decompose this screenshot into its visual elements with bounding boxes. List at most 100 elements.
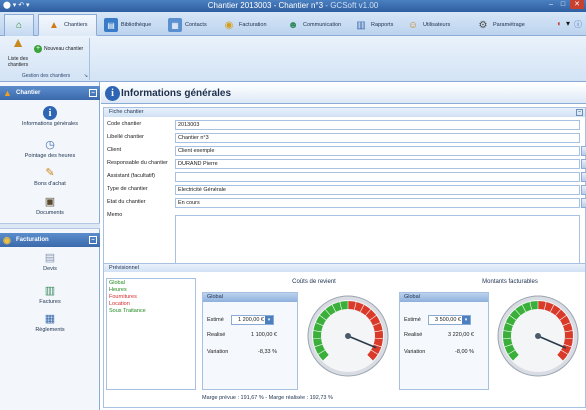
new-chantier-button[interactable]: + Nouveau chantier (34, 45, 83, 53)
nav-bons-achat[interactable]: ✎ Bons d'achat (0, 166, 100, 187)
field-label: Type de chantier (107, 186, 148, 192)
collapse-icon[interactable]: – (576, 109, 583, 116)
chevron-down-icon[interactable]: ▾ (566, 19, 570, 30)
libelle-chantier-input[interactable]: Chantier n°3 (175, 133, 580, 143)
tab-communication[interactable]: ☻ Communication (286, 16, 341, 34)
category-list[interactable]: Global Heures Fournitures Location Sous … (106, 278, 196, 390)
field-row: Etat du chantier En cours (104, 197, 586, 209)
previsionnel-section: Prévisionnel Global Heures Fournitures L… (103, 263, 586, 408)
tab-bibliotheque[interactable]: ▤ Bibliothèque (104, 16, 151, 34)
tab-label: Facturation (239, 22, 267, 28)
title-bar: ⬤ ▾ ↶ ▾ Chantier 2013003 - Chantier n°3 … (0, 0, 586, 12)
couts-global-box: Global Estimé 1 200,00 € ▾ Realisé 1 100… (202, 292, 298, 390)
field-row: Responsable du chantier DURAND Pierre (104, 158, 586, 170)
tab-label: Bibliothèque (121, 22, 152, 28)
list-item[interactable]: Global (109, 280, 193, 287)
list-item[interactable]: Sous Traitance (109, 308, 193, 315)
collapse-icon[interactable]: – (89, 89, 97, 97)
code-chantier-input[interactable]: 2013003 (175, 120, 580, 130)
couts-title: Coûts de revient (292, 279, 336, 285)
field-label: Responsable du chantier (107, 160, 168, 166)
list-chantiers-button[interactable]: ▲ Liste des chantiers (4, 34, 32, 68)
montants-estime-input[interactable]: 3 500,00 € ▾ (428, 315, 471, 325)
tab-label: Utilisateurs (423, 22, 451, 28)
tab-chantiers[interactable]: ▲ Chantiers (38, 14, 97, 36)
tab-contacts[interactable]: ▦ Contacts (168, 16, 207, 34)
tab-label: Contacts (185, 22, 207, 28)
nav-devis[interactable]: ▤ Devis (0, 251, 100, 272)
group-header: Global (203, 293, 297, 302)
field-label: Libellé chantier (107, 134, 144, 140)
tab-label: Communication (303, 22, 342, 28)
field-label: Assistant (facultatif) (107, 173, 155, 179)
gauge-hub (345, 333, 351, 339)
field-row: Client Client exemple (104, 145, 586, 157)
dropdown-arrow-icon[interactable] (581, 198, 586, 208)
dropdown-arrow-icon[interactable] (581, 146, 586, 156)
collapse-icon[interactable]: – (89, 236, 97, 244)
info-icon[interactable]: ⓘ (574, 19, 582, 30)
cone-icon: ▲ (49, 19, 59, 31)
tab-label: Chantiers (64, 22, 88, 28)
ribbon-help-area: ◐ ▾ ⓘ (557, 19, 582, 30)
app-name-text: - GCSoft v1.00 (325, 1, 379, 10)
nav-reglements[interactable]: ▦ Règlements (0, 312, 100, 333)
spin-button-icon[interactable]: ▾ (265, 316, 273, 324)
group-header: Global (400, 293, 488, 302)
clock-icon: ◷ (45, 139, 55, 151)
nav-factures[interactable]: ▥ Factures (0, 284, 100, 305)
main-panel: i Informations générales Fiche chantier … (101, 82, 586, 410)
nav-documents[interactable]: ▣ Documents (0, 195, 100, 216)
field-label: Etat du chantier (107, 199, 146, 205)
help-icon[interactable]: ◐ (557, 19, 562, 30)
dropdown-arrow-icon[interactable] (581, 172, 586, 182)
section-facturation-header[interactable]: ◉ Facturation – (0, 233, 100, 247)
info-icon: i (43, 106, 57, 120)
cone-icon: ▲ (11, 34, 25, 50)
minimize-icon[interactable]: – (546, 0, 556, 9)
dropdown-arrow-icon[interactable] (581, 159, 586, 169)
dialog-launcher-icon[interactable]: ↘ (84, 73, 88, 79)
invoice-icon: ▥ (44, 285, 56, 297)
panel-separator[interactable] (0, 223, 100, 229)
close-icon[interactable]: ✕ (570, 0, 584, 9)
nav-pointage-heures[interactable]: ◷ Pointage des heures (0, 138, 100, 159)
tab-rapports[interactable]: ▥ Rapports (354, 16, 393, 34)
list-item[interactable]: Fournitures (109, 294, 193, 301)
section-chantier-header[interactable]: ▲ Chantier – (0, 86, 100, 100)
documents-icon: ▣ (44, 196, 56, 208)
ribbon-panel: ▲ Liste des chantiers + Nouveau chantier… (0, 34, 586, 82)
payment-icon: ▦ (44, 313, 56, 325)
assistant-select[interactable] (175, 172, 580, 182)
etat-chantier-select[interactable]: En cours (175, 198, 580, 208)
field-row: Code chantier 2013003 (104, 119, 586, 131)
tab-parametrage[interactable]: ⚙ Paramétrage (476, 16, 525, 34)
list-item[interactable]: Location (109, 301, 193, 308)
montants-title: Montants facturables (482, 279, 538, 285)
coins-icon: ◉ (3, 235, 11, 245)
type-chantier-select[interactable]: Electricité Générale (175, 185, 580, 195)
user-icon: ☺ (407, 19, 419, 31)
tab-facturation[interactable]: ◉ Facturation (222, 16, 267, 34)
tab-utilisateurs[interactable]: ☺ Utilisateurs (406, 16, 450, 34)
responsable-select[interactable]: DURAND Pierre (175, 159, 580, 169)
people-icon: ☻ (287, 19, 299, 31)
dropdown-arrow-icon[interactable] (581, 185, 586, 195)
memo-textarea[interactable] (175, 215, 580, 267)
coins-icon: ◉ (224, 19, 234, 31)
tab-home[interactable]: ⌂ (4, 14, 34, 36)
tab-label: Rapports (371, 22, 394, 28)
nav-informations-generales[interactable]: i Informations générales (0, 106, 100, 127)
window-controls: – □ ✕ (546, 0, 584, 9)
estime-row: Estimé (207, 317, 224, 323)
home-icon: ⌂ (15, 20, 23, 31)
settings-icon: ⚙ (478, 19, 488, 31)
list-item[interactable]: Heures (109, 287, 193, 294)
add-icon: + (34, 45, 42, 53)
page-title: Informations générales (121, 88, 232, 99)
window-title: Chantier 2013003 - Chantier n°3 - GCSoft… (0, 1, 586, 10)
client-select[interactable]: Client exemple (175, 146, 580, 156)
spin-button-icon[interactable]: ▾ (462, 316, 470, 324)
maximize-icon[interactable]: □ (558, 0, 568, 9)
couts-estime-input[interactable]: 1 200,00 € ▾ (231, 315, 274, 325)
